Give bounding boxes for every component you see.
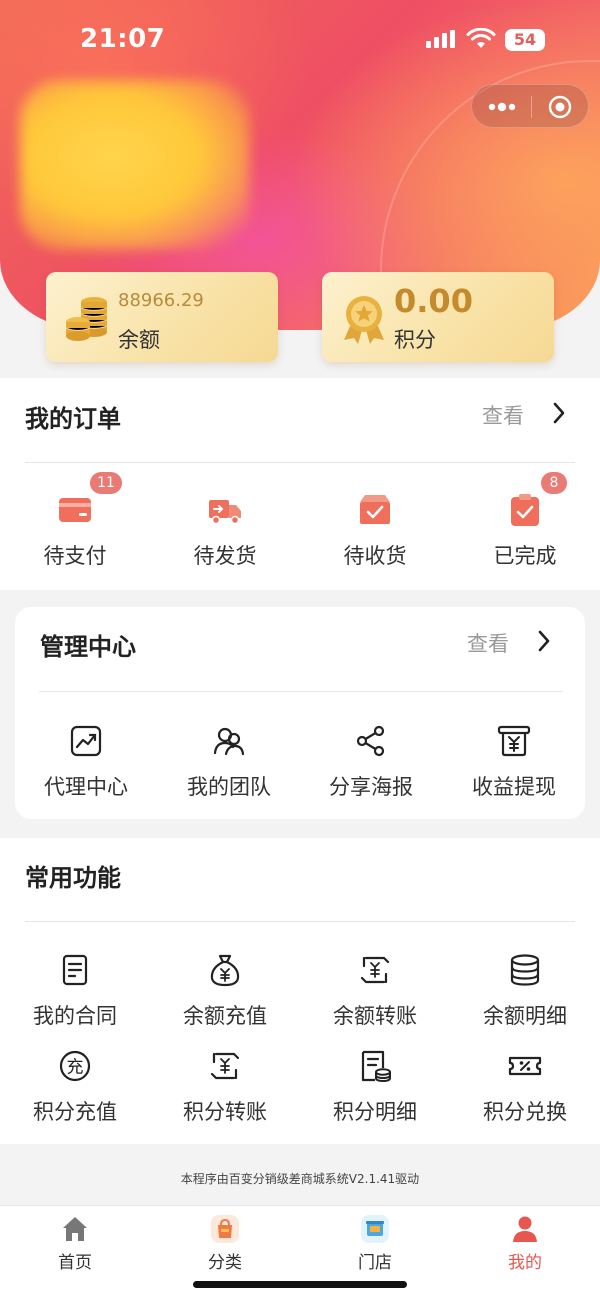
order-badge: 8 xyxy=(541,472,567,494)
money-bag-icon xyxy=(210,954,240,987)
transfer-icon xyxy=(210,1052,240,1080)
box-check-icon xyxy=(360,495,390,524)
home-indicator xyxy=(193,1281,407,1288)
status-bar: 21:07 54 xyxy=(0,0,600,80)
management-view-all[interactable]: 查看 xyxy=(467,628,509,658)
tab-label: 门店 xyxy=(358,1253,392,1273)
my-contract[interactable]: 我的合同 xyxy=(0,952,150,1030)
close-miniprogram-icon[interactable] xyxy=(548,95,572,119)
points-value: 0.00 xyxy=(394,282,473,320)
my-team[interactable]: 我的团队 xyxy=(154,723,304,801)
management-title: 管理中心 xyxy=(40,633,136,661)
trend-chart-icon xyxy=(70,725,102,757)
more-dots-icon[interactable] xyxy=(486,95,518,119)
order-completed[interactable]: 已完成 xyxy=(450,492,600,570)
orders-title: 我的订单 xyxy=(25,405,121,433)
section-divider xyxy=(25,462,575,463)
coupon-icon xyxy=(508,1056,542,1076)
order-pending-payment[interactable]: 待支付 xyxy=(0,492,150,570)
chevron-right-icon[interactable] xyxy=(537,629,551,653)
coins-stack-icon xyxy=(510,954,540,986)
function-label: 余额转账 xyxy=(333,1004,417,1028)
tab-home[interactable]: 首页 xyxy=(0,1214,150,1273)
tab-label: 分类 xyxy=(208,1253,242,1273)
balance-details[interactable]: 余额明细 xyxy=(450,952,600,1030)
tab-store[interactable]: 门店 xyxy=(300,1214,450,1273)
wifi-icon xyxy=(466,28,496,48)
function-label: 我的合同 xyxy=(33,1004,117,1028)
avatar[interactable] xyxy=(20,80,250,250)
section-divider xyxy=(39,691,563,692)
function-label: 余额充值 xyxy=(183,1004,267,1028)
balance-value: 88966.29 xyxy=(118,290,204,311)
points-recharge[interactable]: 充 积分充值 xyxy=(0,1048,150,1126)
management-label: 收益提现 xyxy=(472,775,556,799)
function-label: 积分明细 xyxy=(333,1100,417,1124)
status-time: 21:07 xyxy=(80,24,166,54)
function-label: 积分充值 xyxy=(33,1100,117,1124)
orders-section: 我的订单 查看 待支付 11 待发货 待收货 已完成 8 xyxy=(0,378,600,590)
category-icon xyxy=(211,1215,239,1243)
share-poster[interactable]: 分享海报 xyxy=(296,723,446,801)
balance-recharge[interactable]: 余额充值 xyxy=(150,952,300,1030)
agent-center[interactable]: 代理中心 xyxy=(11,723,161,801)
functions-title: 常用功能 xyxy=(25,864,121,892)
points-exchange[interactable]: 积分兑换 xyxy=(450,1048,600,1126)
order-label: 待发货 xyxy=(193,544,257,568)
order-label: 待支付 xyxy=(43,544,107,568)
balance-transfer[interactable]: 余额转账 xyxy=(300,952,450,1030)
battery-icon: 54 xyxy=(505,29,545,51)
tab-profile[interactable]: 我的 xyxy=(450,1214,600,1273)
points-transfer[interactable]: 积分转账 xyxy=(150,1048,300,1126)
points-details[interactable]: 积分明细 xyxy=(300,1048,450,1126)
order-label: 待收货 xyxy=(343,544,407,568)
profile-icon xyxy=(513,1216,537,1242)
function-label: 积分转账 xyxy=(183,1100,267,1124)
svg-text:充: 充 xyxy=(67,1058,84,1078)
tab-category[interactable]: 分类 xyxy=(150,1214,300,1273)
earnings-withdraw[interactable]: 收益提现 xyxy=(439,723,589,801)
balance-card[interactable]: 88966.29 余额 xyxy=(46,272,278,362)
recharge-icon: 充 xyxy=(59,1050,91,1082)
card-icon xyxy=(59,498,91,522)
coins-icon xyxy=(65,297,108,341)
truck-icon xyxy=(209,500,241,525)
capsule-divider xyxy=(531,96,532,118)
points-label: 积分 xyxy=(394,328,436,352)
withdraw-icon xyxy=(497,725,531,757)
cellular-signal-icon xyxy=(426,30,455,48)
order-pending-receipt[interactable]: 待收货 xyxy=(300,492,450,570)
balance-label: 余额 xyxy=(118,328,160,352)
management-label: 代理中心 xyxy=(44,775,128,799)
function-label: 余额明细 xyxy=(483,1004,567,1028)
transfer-icon xyxy=(360,956,390,984)
miniprogram-capsule xyxy=(471,84,589,128)
tab-label: 首页 xyxy=(58,1253,92,1273)
order-pending-shipment[interactable]: 待发货 xyxy=(150,492,300,570)
order-badge: 11 xyxy=(90,472,122,494)
home-icon xyxy=(63,1217,87,1241)
powered-by-text: 本程序由百变分销级差商城系统V2.1.41驱动 xyxy=(180,1172,420,1186)
medal-icon xyxy=(344,296,384,344)
order-label: 已完成 xyxy=(493,544,557,568)
bill-detail-icon xyxy=(361,1050,391,1083)
points-card[interactable]: 0.00 积分 xyxy=(322,272,554,362)
chevron-right-icon[interactable] xyxy=(552,401,566,425)
orders-view-all[interactable]: 查看 xyxy=(482,400,524,430)
clipboard-check-icon xyxy=(511,494,539,526)
share-icon xyxy=(356,725,385,757)
section-divider xyxy=(25,921,575,922)
contract-icon xyxy=(62,954,88,986)
tab-label: 我的 xyxy=(508,1253,542,1273)
store-icon xyxy=(361,1215,389,1243)
functions-section: 常用功能 我的合同 余额充值 余额转账 余额明细 充 积分充值 积分转账 积分明… xyxy=(0,838,600,1144)
management-section: 管理中心 查看 代理中心 我的团队 分享海报 收益提现 xyxy=(15,607,585,819)
team-icon xyxy=(213,727,245,756)
function-label: 积分兑换 xyxy=(483,1100,567,1124)
management-label: 我的团队 xyxy=(187,775,271,799)
management-label: 分享海报 xyxy=(329,775,413,799)
